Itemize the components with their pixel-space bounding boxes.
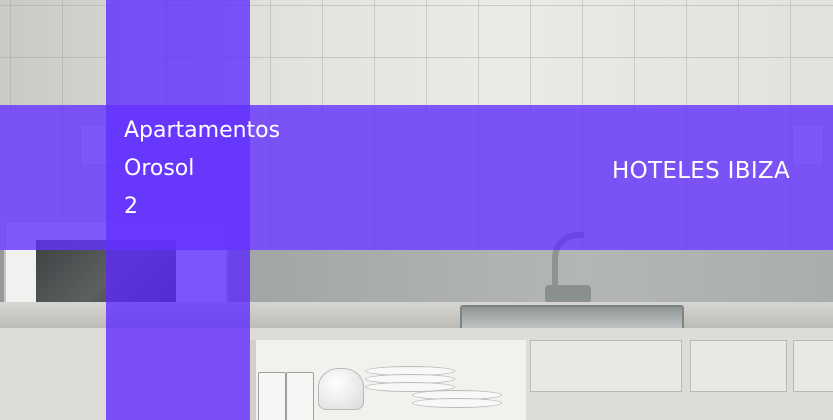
category-link-hoteles-ibiza[interactable]: HOTELES IBIZA — [612, 158, 790, 184]
bowl — [318, 368, 364, 410]
glass — [258, 372, 286, 420]
hotel-name-line-1: Apartamentos — [124, 118, 281, 143]
drawer — [530, 340, 682, 392]
hotel-banner: Apartamentos Orosol 2 HOTELES IBIZA — [0, 0, 833, 420]
hotel-name-line-3: 2 — [124, 194, 138, 219]
hotel-name: Apartamentos Orosol 2 — [124, 112, 280, 226]
plate — [412, 398, 502, 408]
drawer — [690, 340, 787, 392]
faucet-base — [545, 285, 591, 303]
hotel-name-line-2: Orosol — [124, 156, 195, 181]
drawer — [793, 340, 833, 392]
glass — [286, 372, 314, 420]
